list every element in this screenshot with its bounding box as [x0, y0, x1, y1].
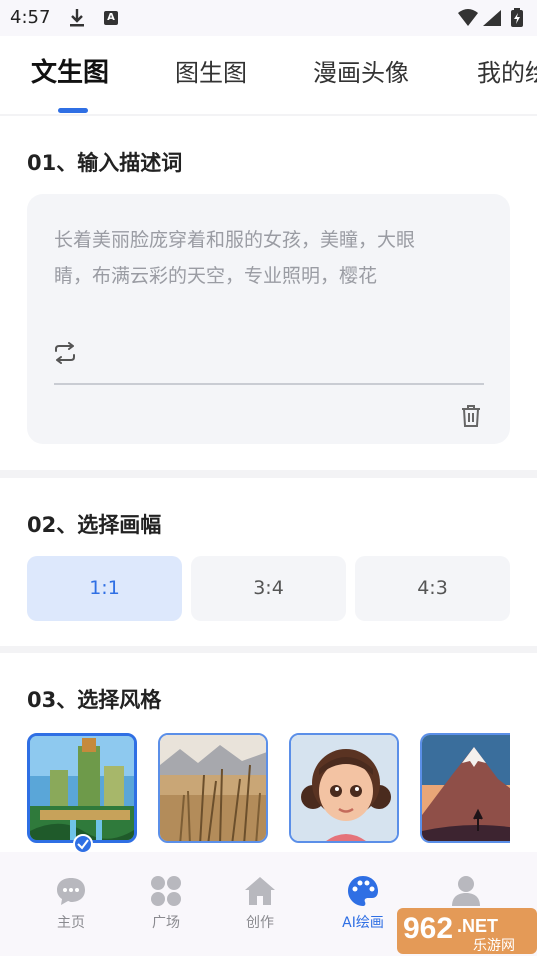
nav-home[interactable]: 主页 — [36, 874, 106, 932]
wifi-icon — [458, 9, 478, 26]
battery-icon — [511, 8, 523, 27]
fantasy-city-thumbnail — [30, 736, 134, 840]
grid-icon — [151, 876, 181, 906]
style-cartoon-girl[interactable] — [289, 733, 399, 843]
prompt-input[interactable]: 长着美丽脸庞穿着和服的女孩，美瞳，大眼 睛，布满云彩的天空，专业照明，樱花 — [54, 222, 484, 294]
svg-text:962: 962 — [403, 912, 453, 945]
nav-label-home: 主页 — [57, 915, 85, 931]
prompt-underline — [54, 383, 484, 385]
home-icon — [245, 877, 275, 905]
nav-label-create: 创作 — [246, 915, 274, 931]
section-title-prompt: 01、输入描述词 — [27, 151, 183, 175]
trash-icon[interactable] — [459, 404, 483, 428]
style-mountain-sunset[interactable] — [420, 733, 510, 843]
tab-text-to-image[interactable]: 文生图 — [31, 52, 109, 89]
nav-label-plaza: 广场 — [152, 915, 180, 931]
cartoon-girl-thumbnail — [291, 735, 397, 841]
signal-icon — [483, 10, 501, 26]
style-wheat-field[interactable] — [158, 733, 268, 843]
style-section: 03、选择风格 — [0, 653, 537, 853]
ratio-4-3-button[interactable]: 4:3 — [355, 556, 510, 621]
ratio-3-4-button[interactable]: 3:4 — [191, 556, 346, 621]
nav-ai-drawing[interactable]: AI绘画 — [328, 874, 398, 932]
prompt-section: 01、输入描述词 长着美丽脸庞穿着和服的女孩，美瞳，大眼 睛，布满云彩的天空，专… — [0, 116, 537, 470]
tab-comic-avatar[interactable]: 漫画头像 — [313, 53, 409, 88]
refresh-icon[interactable] — [53, 342, 77, 364]
ratio-section: 02、选择画幅 1:1 3:4 4:3 — [0, 478, 537, 646]
prompt-line-2: 睛，布满云彩的天空，专业照明，樱花 — [54, 265, 378, 287]
prompt-input-box[interactable]: 长着美丽脸庞穿着和服的女孩，美瞳，大眼 睛，布满云彩的天空，专业照明，樱花 — [27, 194, 510, 444]
wheat-field-thumbnail — [160, 735, 266, 841]
section-title-style: 03、选择风格 — [27, 688, 162, 712]
svg-text:.NET: .NET — [457, 916, 498, 936]
status-bar: 4:57 A — [0, 0, 537, 36]
style-fantasy-city[interactable] — [27, 733, 137, 843]
palette-icon — [348, 876, 378, 906]
nav-plaza[interactable]: 广场 — [131, 874, 201, 932]
prompt-line-1: 长着美丽脸庞穿着和服的女孩，美瞳，大眼 — [54, 229, 416, 251]
selected-check-icon — [73, 834, 93, 853]
nav-create[interactable]: 创作 — [225, 874, 295, 932]
status-time: 4:57 — [10, 7, 51, 28]
nav-mine[interactable] — [431, 874, 501, 908]
section-title-ratio: 02、选择画幅 — [27, 513, 162, 537]
mountain-sunset-thumbnail — [422, 735, 510, 841]
nav-label-ai-drawing: AI绘画 — [342, 915, 384, 931]
status-icons — [458, 8, 523, 27]
tab-image-to-image[interactable]: 图生图 — [175, 53, 247, 88]
watermark-logo: 962 .NET 乐游网 — [397, 904, 537, 956]
notification-a-icon: A — [104, 11, 118, 25]
ratio-1-1-button[interactable]: 1:1 — [27, 556, 182, 621]
download-icon — [70, 9, 84, 27]
person-icon — [452, 876, 480, 906]
svg-text:乐游网: 乐游网 — [473, 938, 515, 954]
chat-bubble-icon — [57, 878, 85, 905]
top-tabs: 文生图 图生图 漫画头像 我的绘 — [0, 36, 537, 114]
tab-my-drawings[interactable]: 我的绘 — [477, 53, 537, 88]
tab-indicator — [58, 108, 88, 113]
